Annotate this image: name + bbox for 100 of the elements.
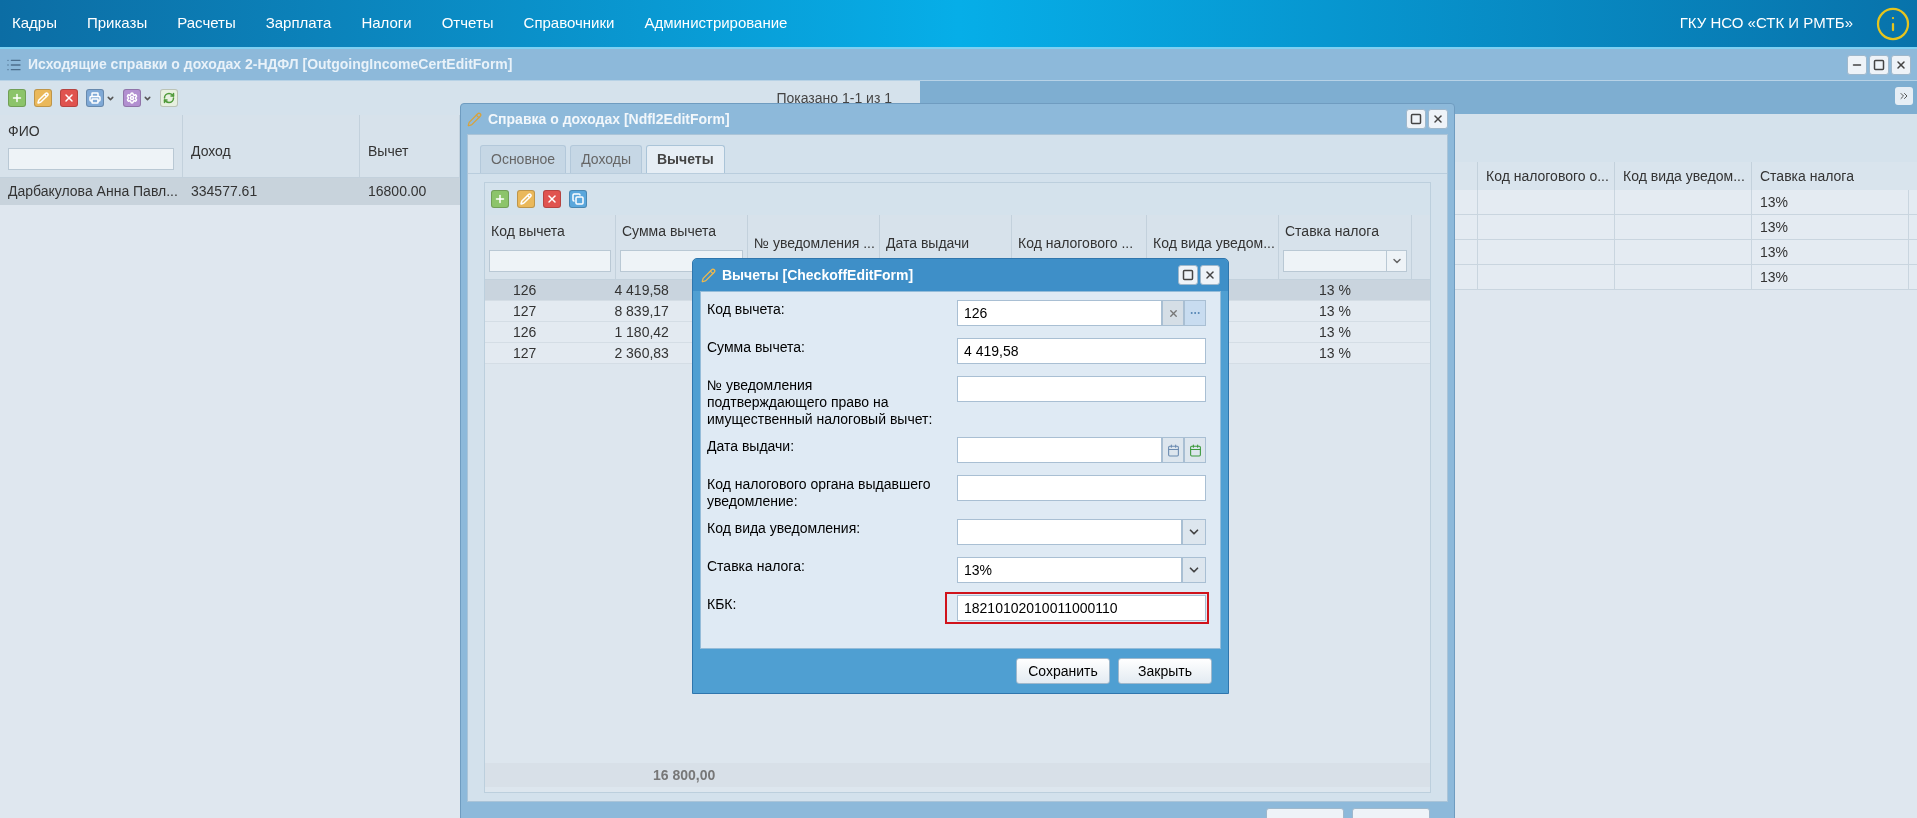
dropdown-button[interactable] [1182,519,1206,545]
toolbar-button[interactable] [8,89,26,107]
input-field[interactable]: 18210102010011000110 [957,595,1206,621]
column-header[interactable]: Доход [191,141,231,162]
table-cell-text: 127 [512,301,538,321]
table-cell-text: 13 % [1318,322,1352,342]
toolbar-button[interactable] [569,190,587,208]
column-header[interactable]: Вычет [368,141,409,162]
add-icon [11,92,23,104]
table-cell-text: 127 [512,343,538,363]
calendar-button[interactable] [1162,437,1184,463]
field-label: № уведомления подтверждающего право на имущественный налоговый вычет: [707,376,934,428]
column-header[interactable]: Дата выдачи [884,233,970,254]
table-row[interactable]: Дарбакулова Анна Павл... 334577.61 16800.00 [0,178,460,205]
input-field[interactable] [957,376,1206,402]
field-label: Код вида уведомления: [707,519,862,537]
table-cell-text: 13 % [1318,343,1352,363]
table-cell-text: Дарбакулова Анна Павл... [7,182,179,201]
menu-item[interactable]: Кадры [12,12,57,35]
table-cell-text: 2 360,83 [614,343,669,363]
copy-icon [572,193,584,205]
menu-item[interactable]: Налоги [361,12,412,35]
pencil-icon [520,193,532,205]
menu-item[interactable]: Приказы [86,12,148,35]
field-label: Дата выдачи: [707,437,796,455]
input-field[interactable] [957,437,1162,463]
toolbar-button[interactable] [160,89,178,107]
window-title: Справка о доходах [Ndfl2EditForm] [488,109,730,129]
maximize-icon [1410,113,1422,125]
toolbar-button[interactable] [517,190,535,208]
toolbar-button[interactable] [543,190,561,208]
toolbar-button[interactable] [34,89,52,107]
double-chevron-icon [1898,90,1910,102]
table-cell-text: 13 % [1318,280,1352,300]
table-cell-text: 334577.61 [190,182,259,201]
toolbar-button[interactable] [491,190,509,208]
close-button[interactable] [1428,109,1448,129]
minimize-button[interactable] [1847,54,1867,75]
delete-icon [546,193,558,205]
menu-item[interactable]: Отчеты [441,12,494,35]
filter-dropdown[interactable] [1283,250,1407,272]
column-header[interactable]: Сумма вычета [620,215,717,242]
maximize-icon [1182,269,1194,281]
organization-name: ГКУ НСО «СТК И РМТБ» [1679,13,1853,34]
dialog-button[interactable]: Сохранить [1016,658,1110,684]
info-icon[interactable] [1875,5,1911,42]
column-header[interactable]: Код налогового ... [1016,233,1134,254]
close-icon [1204,269,1216,281]
toolbar-button[interactable] [60,89,78,107]
calendar-arrow-button[interactable] [1184,437,1206,463]
more-button[interactable] [1184,300,1206,326]
input-field[interactable]: 126 [957,300,1162,326]
dropdown-button[interactable] [1182,557,1206,583]
record-count: Показано 1-1 из 1 [776,88,892,108]
menu-item[interactable]: Зарплата [265,12,332,35]
filter-field[interactable] [8,148,174,170]
close-button[interactable] [1200,265,1220,285]
settings-icon [126,92,138,104]
column-header[interactable]: № уведомления ... [752,233,875,254]
dialog-button[interactable]: Закрыть [1118,658,1212,684]
column-header[interactable]: Код вида уведом... [1151,233,1275,254]
menu-item[interactable]: Расчеты [177,12,236,35]
maximize-button[interactable] [1406,109,1426,129]
input-field[interactable] [957,475,1206,501]
field-label: Ставка налога: [707,557,806,575]
field-label: КБК: [707,595,738,613]
column-header[interactable]: Код вычета [489,215,565,242]
calendar-icon [1166,443,1180,457]
toolbar-button[interactable] [123,89,152,107]
table-cell-text: 8 839,17 [614,301,669,321]
field-label: Код налогового органа выдавшего уведомление: [707,475,932,510]
printer-icon [89,92,101,104]
window-title: Исходящие справки о доходах 2-НДФЛ [OutgoingIncomeCertEditForm] [28,55,513,74]
table-cell-text: 126 [512,280,538,300]
pencil-icon [37,92,49,104]
input-field[interactable]: 4 419,58 [957,338,1206,364]
input-field[interactable]: 13% [957,557,1182,583]
table-cell: 13% [1751,265,1909,289]
expand-button[interactable] [1895,87,1913,105]
table-cell: 13% [1751,240,1909,264]
total-amount: 16 800,00 [653,765,716,785]
column-header[interactable]: ФИО [8,121,40,142]
maximize-button[interactable] [1869,54,1889,75]
delete-icon [63,92,75,104]
close-button[interactable] [1891,54,1911,75]
maximize-button[interactable] [1178,265,1198,285]
pencil-icon [467,111,482,127]
tab[interactable]: Основное [480,145,567,173]
field-label: Сумма вычета: [707,338,806,356]
input-field[interactable] [957,519,1182,545]
clear-button[interactable] [1162,300,1184,326]
close-icon [1895,58,1907,71]
toolbar-button[interactable] [86,89,115,107]
column-header[interactable]: Ставка налога [1283,215,1379,242]
field-label: Код вычета: [707,300,786,318]
tab[interactable]: Вычеты [646,145,725,173]
filter-field[interactable] [489,250,611,272]
close-icon [1432,113,1444,125]
table-cell: 13% [1751,190,1909,214]
tab[interactable]: Доходы [570,145,642,173]
